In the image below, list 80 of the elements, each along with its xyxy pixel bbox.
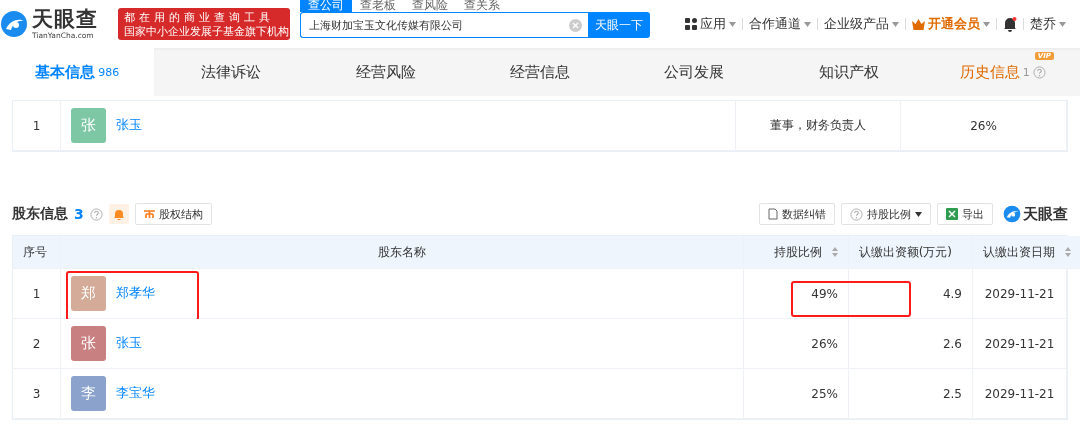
section-count: 3 bbox=[74, 206, 84, 222]
brand-name: 天眼查 bbox=[1023, 204, 1068, 224]
nav-tab-label: 经营风险 bbox=[355, 62, 416, 82]
document-icon bbox=[768, 208, 778, 220]
caret-icon bbox=[892, 21, 899, 27]
help-icon[interactable] bbox=[1032, 65, 1046, 79]
menu-item[interactable]: 企业级产品 bbox=[818, 15, 905, 33]
search-tab[interactable]: 查公司 bbox=[300, 0, 352, 12]
help-icon[interactable] bbox=[850, 207, 863, 221]
table-cell: 2.5 bbox=[849, 369, 973, 419]
table-cell: 2 bbox=[13, 319, 61, 369]
nav-tab[interactable]: 知识产权 bbox=[771, 48, 926, 96]
logo-name: 天眼查 bbox=[32, 8, 98, 30]
column-header[interactable]: 认缴出资日期 bbox=[973, 236, 1080, 269]
person-link[interactable]: 张玉 bbox=[116, 117, 142, 134]
spreadsheet-icon bbox=[946, 208, 958, 220]
nav-tab[interactable]: 经营信息 bbox=[462, 48, 618, 96]
table-cell: 董事，财务负责人 bbox=[736, 101, 901, 151]
help-icon[interactable] bbox=[89, 207, 103, 221]
slogan-banner: 都在用的商业查询工具 国家中小企业发展子基金旗下机构 bbox=[118, 8, 290, 40]
eye-logo-icon bbox=[1003, 205, 1021, 223]
person-link[interactable]: 郑孝华 bbox=[116, 285, 155, 302]
nav-tab-label: 法律诉讼 bbox=[201, 62, 262, 82]
caret-icon bbox=[729, 21, 736, 27]
sort-icon bbox=[832, 247, 838, 257]
avatar: 张 bbox=[71, 108, 106, 143]
table-cell: 26% bbox=[744, 319, 849, 369]
column-header: 序号 bbox=[13, 236, 61, 269]
apps-icon bbox=[685, 18, 697, 30]
org-chart-icon bbox=[143, 209, 155, 219]
search-tab[interactable]: 查风险 bbox=[404, 0, 456, 12]
toolbar-button[interactable]: 数据纠错 bbox=[759, 203, 835, 225]
nav-tab[interactable]: 经营风险 bbox=[308, 48, 463, 96]
caret-icon bbox=[804, 21, 811, 27]
search-field[interactable]: 上海财加宝玉文化传媒有限公司 bbox=[300, 12, 588, 38]
nav-tab-label: 知识产权 bbox=[818, 62, 879, 82]
clear-icon[interactable] bbox=[569, 18, 582, 32]
nav-tab-label: 经营信息 bbox=[510, 62, 570, 82]
tab-count: 986 bbox=[98, 65, 120, 79]
toolbar-button[interactable]: 导出 bbox=[937, 203, 993, 225]
nav-tab[interactable]: 基本信息 986 bbox=[0, 48, 155, 96]
crown-icon bbox=[912, 18, 925, 30]
eye-logo-icon bbox=[0, 10, 28, 38]
table-cell: 25% bbox=[744, 369, 849, 419]
avatar: 李 bbox=[71, 376, 106, 411]
table-cell: 4.9 bbox=[849, 269, 973, 319]
table-cell: 2.6 bbox=[849, 319, 973, 369]
table-cell: 2029-11-21 bbox=[973, 369, 1067, 419]
section-title: 股东信息 bbox=[12, 205, 68, 223]
caret-icon bbox=[1059, 21, 1066, 27]
column-header[interactable]: 持股比例 bbox=[744, 236, 849, 269]
table-cell: 1 bbox=[13, 101, 61, 151]
menu-item[interactable]: 合作通道 bbox=[743, 15, 817, 33]
bell-icon[interactable] bbox=[1003, 16, 1017, 32]
avatar: 郑 bbox=[71, 276, 106, 311]
menu-item[interactable]: 应用 bbox=[679, 15, 742, 33]
avatar: 张 bbox=[71, 326, 106, 361]
menu-item[interactable]: 楚乔 bbox=[1024, 15, 1072, 33]
table-cell: 1 bbox=[13, 269, 61, 319]
nav-tab[interactable]: 法律诉讼 bbox=[154, 48, 309, 96]
person-link[interactable]: 张玉 bbox=[116, 335, 142, 352]
sort-icon bbox=[1065, 247, 1071, 257]
tab-count: 1 bbox=[1022, 65, 1030, 79]
table-cell: 26% bbox=[901, 101, 1067, 151]
column-header: 股东名称 bbox=[61, 236, 744, 269]
search-button[interactable]: 天眼一下 bbox=[588, 12, 650, 38]
search-tab[interactable]: 查老板 bbox=[352, 0, 404, 12]
caret-icon bbox=[915, 211, 922, 217]
nav-tab-label: 公司发展 bbox=[664, 62, 725, 82]
toolbar-button[interactable]: 持股比例 bbox=[841, 203, 931, 225]
column-header[interactable]: 认缴出资额(万元) bbox=[849, 236, 973, 269]
table-cell: 2029-11-21 bbox=[973, 269, 1067, 319]
table-cell: 3 bbox=[13, 369, 61, 419]
caret-icon bbox=[983, 21, 990, 27]
equity-structure-button[interactable]: 股权结构 bbox=[134, 203, 212, 225]
nav-tab-label: 基本信息 bbox=[35, 62, 96, 82]
nav-tab-label: 历史信息 bbox=[959, 62, 1020, 82]
table-cell: 2029-11-21 bbox=[973, 319, 1067, 369]
nav-tab[interactable]: 公司发展 bbox=[617, 48, 772, 96]
person-link[interactable]: 李宝华 bbox=[116, 385, 155, 402]
